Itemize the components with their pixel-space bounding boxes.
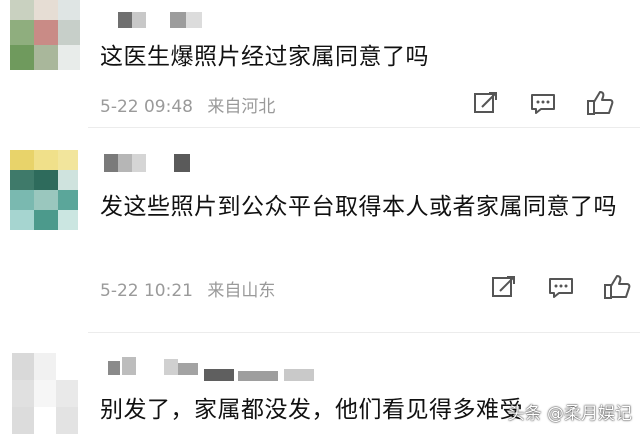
comment-location: 来自山东: [207, 281, 276, 301]
comment-icon[interactable]: [528, 88, 558, 118]
username-mosaic[interactable]: [108, 351, 324, 383]
comment-location: 来自河北: [207, 97, 276, 117]
share-edit-icon[interactable]: [470, 88, 500, 118]
comment-item: 发这些照片到公众平台取得本人或者家属同意了吗 5-22 10:21 来自山东: [0, 128, 640, 333]
comment-meta: 5-22 09:48 来自河北: [100, 92, 284, 117]
avatar[interactable]: [12, 353, 78, 434]
username-mosaic[interactable]: [104, 152, 204, 174]
thumbs-up-icon[interactable]: [602, 272, 632, 302]
comment-item: 这医生爆照片经过家属同意了吗 5-22 09:48 来自河北: [0, 0, 640, 128]
comment-date: 5-22 09:48: [100, 97, 193, 117]
comment-text: 这医生爆照片经过家属同意了吗: [100, 44, 429, 70]
comment-date: 5-22 10:21: [100, 281, 193, 301]
comment-text: 发这些照片到公众平台取得本人或者家属同意了吗: [100, 194, 617, 220]
username-mosaic[interactable]: [118, 8, 218, 28]
avatar[interactable]: [10, 0, 80, 70]
comment-actions: [488, 272, 638, 302]
watermark: 头条 @柔月娱记: [507, 404, 632, 424]
share-edit-icon[interactable]: [488, 272, 518, 302]
comment-actions: [470, 88, 630, 118]
comment-meta: 5-22 10:21 来自山东: [100, 276, 284, 301]
avatar[interactable]: [10, 150, 78, 230]
comment-icon[interactable]: [546, 272, 576, 302]
thumbs-up-icon[interactable]: [585, 88, 615, 118]
